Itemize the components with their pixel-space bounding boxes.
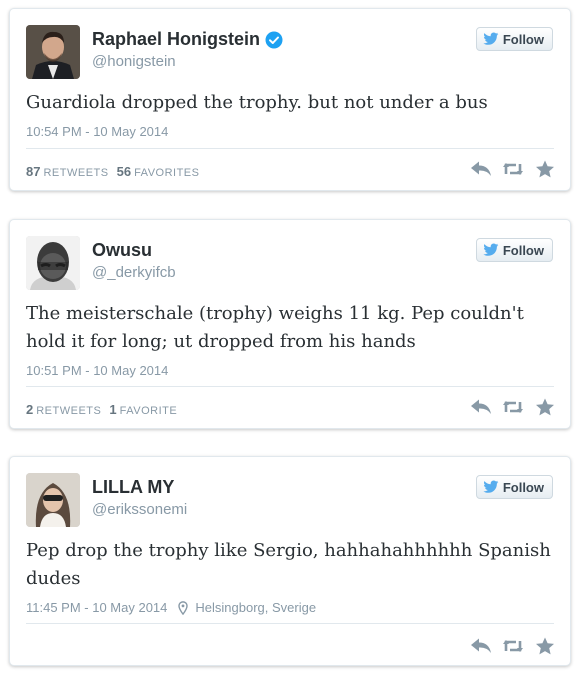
reply-icon[interactable]	[470, 637, 492, 655]
retweets-stat[interactable]: 87 RETWEETS	[26, 164, 109, 179]
user-name[interactable]: LILLA MY	[92, 477, 174, 498]
verified-badge-icon	[265, 31, 283, 48]
divider	[26, 386, 554, 387]
star-icon[interactable]	[534, 160, 556, 178]
avatar-photo	[26, 236, 80, 290]
avatar-photo	[26, 473, 80, 527]
twitter-bird-icon	[483, 32, 499, 45]
tweet-card: LILLA MY @erikssonemi Follow Pep drop th…	[9, 456, 571, 666]
follow-button[interactable]: Follow	[475, 238, 553, 262]
tweet-text: The meisterschale (trophy) weighs 11 kg.…	[26, 303, 524, 352]
tweet-actions	[460, 637, 556, 655]
retweet-icon[interactable]	[502, 637, 524, 655]
timestamp-text: 10:51 PM - 10 May 2014	[26, 363, 169, 378]
timestamp-text[interactable]: 11:45 PM - 10 May 2014	[26, 600, 167, 615]
timestamp-text: 10:54 PM - 10 May 2014	[26, 124, 169, 139]
favorites-stat[interactable]: 1 FAVORITE	[109, 402, 177, 417]
tweet-card: Owusu @_derkyifcb Follow The meisterscha…	[9, 219, 571, 429]
tweet-text: Guardiola dropped the trophy. but not un…	[26, 92, 488, 113]
avatar-photo	[26, 25, 80, 79]
tweet-timestamp[interactable]: 10:51 PM - 10 May 2014	[26, 363, 168, 378]
tweet-stats: 2 RETWEETS 1 FAVORITE	[26, 402, 177, 417]
star-icon[interactable]	[534, 637, 556, 655]
tweet-stats: 87 RETWEETS 56 FAVORITES	[26, 164, 199, 179]
follow-label: Follow	[502, 31, 544, 47]
tweet-card: Raphael Honigstein @honigstein Follow Gu…	[9, 8, 571, 191]
user-handle[interactable]: @_derkyifcb	[92, 264, 176, 281]
avatar[interactable]	[26, 473, 80, 527]
location-pin-icon	[178, 600, 189, 615]
tweet-actions	[460, 160, 556, 178]
star-icon[interactable]	[534, 398, 556, 416]
retweets-stat[interactable]: 2 RETWEETS	[26, 402, 101, 417]
avatar[interactable]	[26, 25, 80, 79]
retweet-icon[interactable]	[502, 398, 524, 416]
twitter-bird-icon	[483, 480, 499, 493]
favorites-stat[interactable]: 56 FAVORITES	[117, 164, 200, 179]
retweet-icon[interactable]	[502, 160, 524, 178]
tweet-timestamp[interactable]: 10:54 PM - 10 May 2014	[26, 124, 168, 139]
divider	[26, 623, 554, 624]
follow-label: Follow	[502, 242, 544, 258]
tweet-text: Pep drop the trophy like Sergio, hahhaha…	[26, 540, 551, 589]
user-name[interactable]: Raphael Honigstein	[92, 29, 260, 50]
follow-button[interactable]: Follow	[475, 475, 553, 499]
follow-label: Follow	[502, 479, 544, 495]
user-handle[interactable]: @erikssonemi	[92, 501, 187, 518]
twitter-bird-icon	[483, 243, 499, 256]
user-name[interactable]: Owusu	[92, 240, 152, 261]
tweet-timestamp: 11:45 PM - 10 May 2014 Helsingborg, Sver…	[26, 600, 316, 615]
reply-icon[interactable]	[470, 398, 492, 416]
reply-icon[interactable]	[470, 160, 492, 178]
tweet-actions	[460, 398, 556, 416]
avatar[interactable]	[26, 236, 80, 290]
divider	[26, 148, 554, 149]
tweet-location[interactable]: Helsingborg, Sverige	[195, 600, 316, 615]
follow-button[interactable]: Follow	[475, 27, 553, 51]
user-handle[interactable]: @honigstein	[92, 53, 176, 70]
